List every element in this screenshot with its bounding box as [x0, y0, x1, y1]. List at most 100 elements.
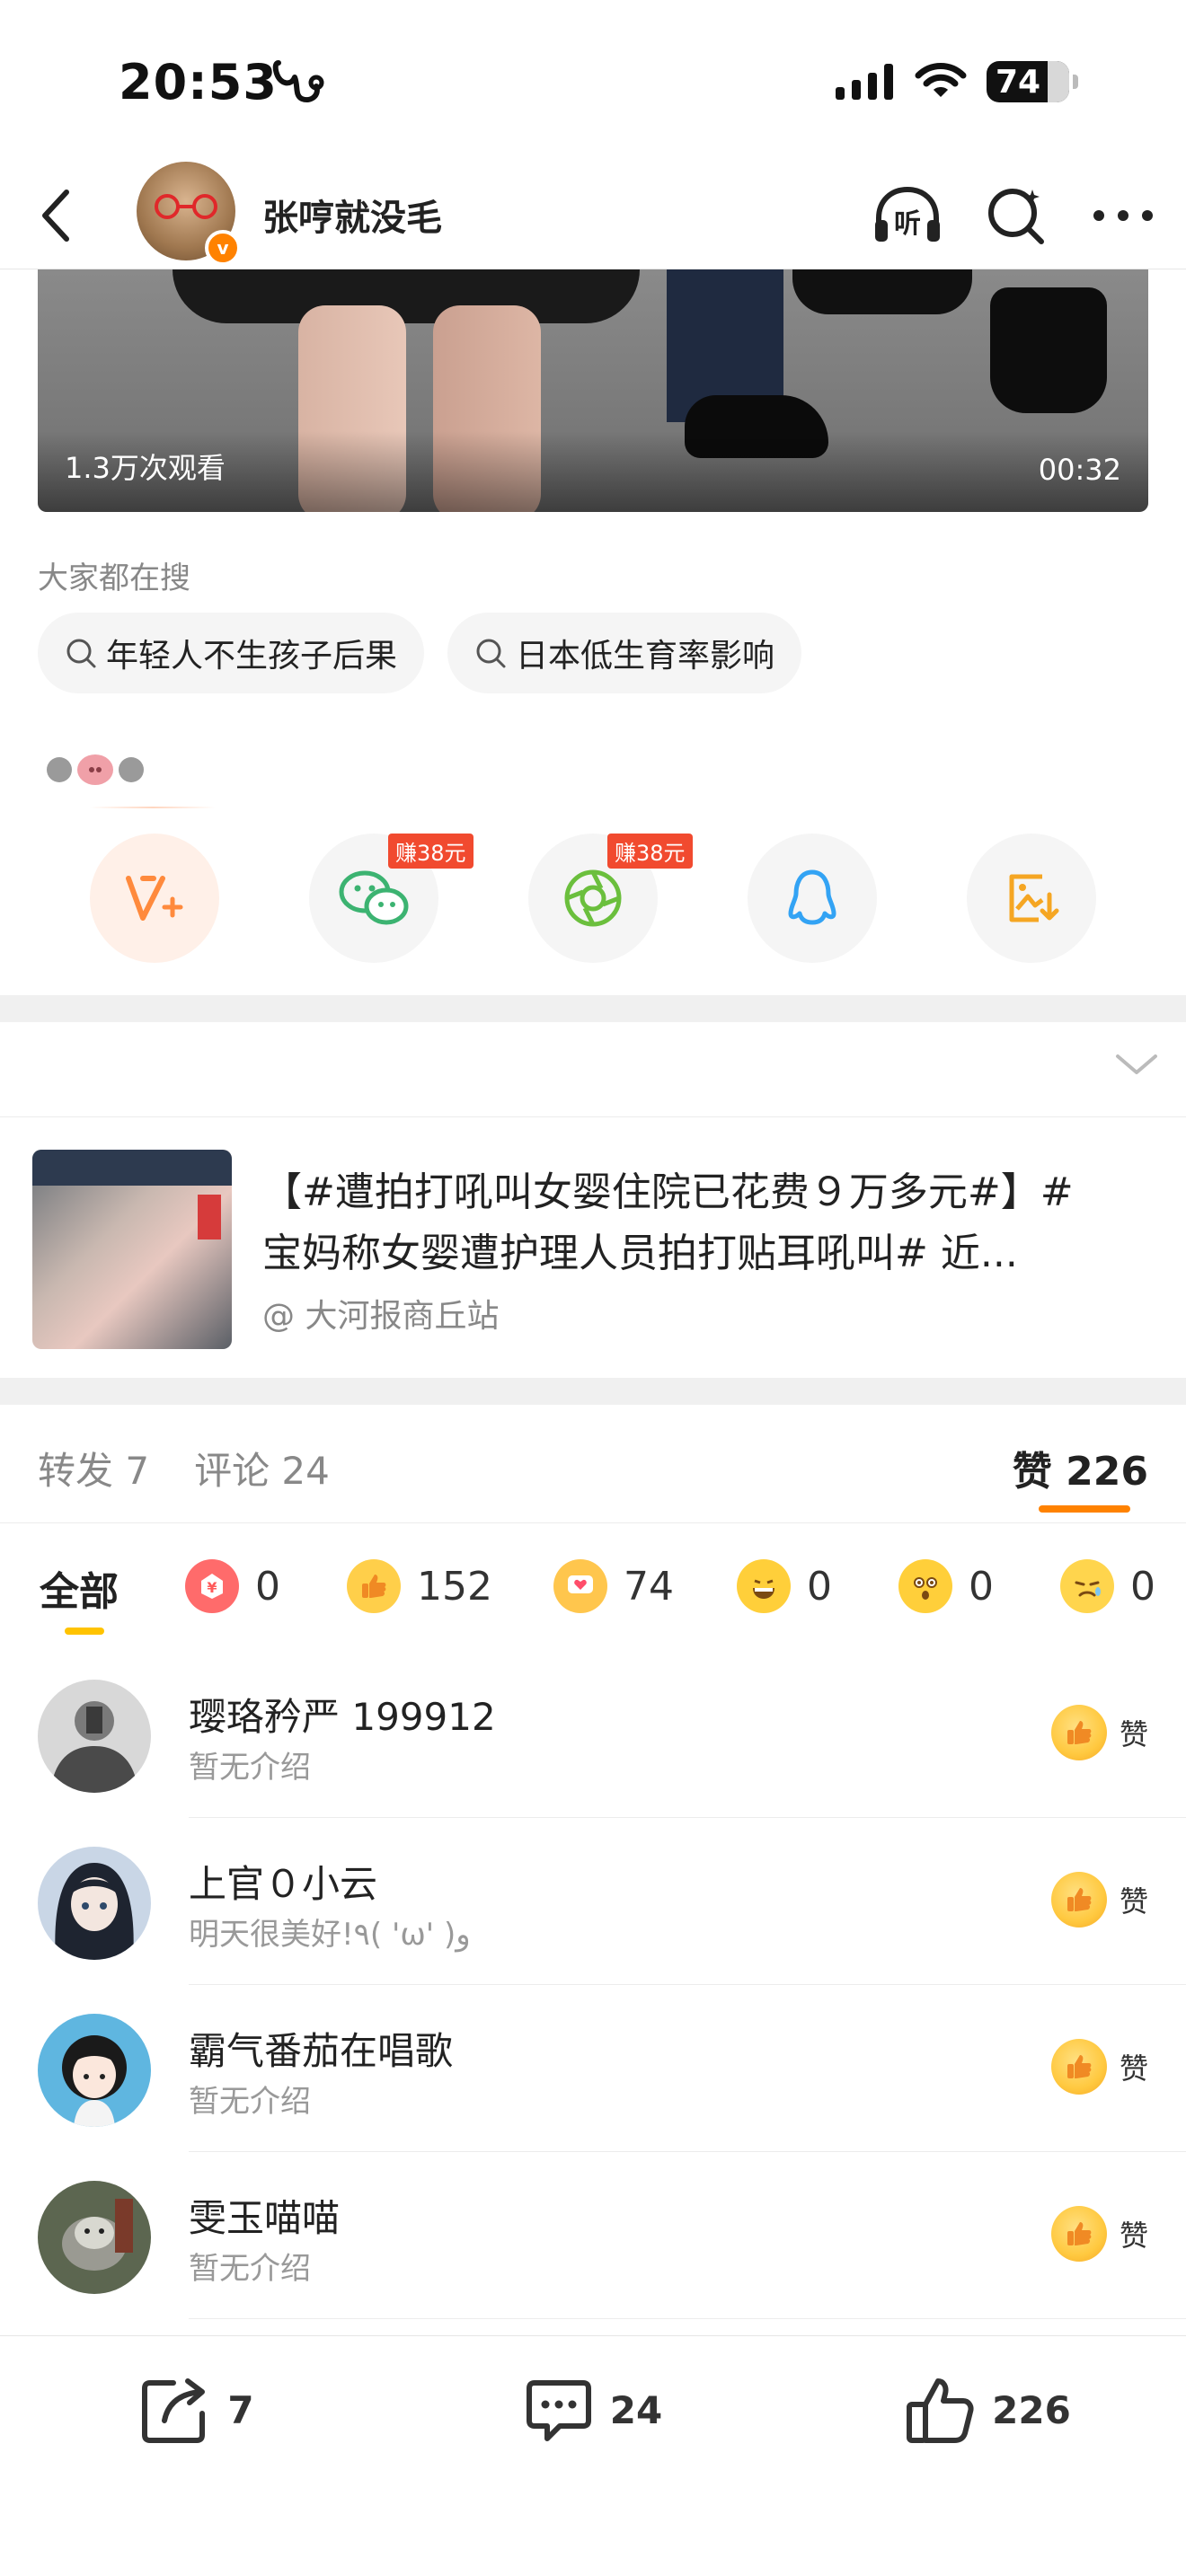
- like-label: 赞: [1119, 2219, 1148, 2253]
- svg-text:¥: ¥: [207, 1579, 217, 1596]
- qq-icon: [788, 869, 836, 925]
- trending-search-title: 大家都在搜: [38, 560, 190, 596]
- share-icon: [142, 2378, 206, 2443]
- reaction-filter-all[interactable]: 全部: [40, 1559, 119, 1617]
- thumbnail-logo: [198, 1195, 221, 1239]
- home-indicator-area: [0, 2484, 1186, 2576]
- more-button[interactable]: [1087, 181, 1159, 250]
- reaction-filter-heart[interactable]: 74: [553, 1559, 674, 1613]
- more-dots-icon: [1093, 210, 1153, 221]
- reaction-count: 0: [807, 1563, 832, 1610]
- share-wechat-button[interactable]: 赚38元: [309, 834, 474, 963]
- quoted-post[interactable]: 【#遭拍打吼叫女婴住院已花费９万多元#】# 宝妈称女婴遭护理人员拍打贴耳吼叫# …: [0, 1117, 1186, 1378]
- reaction-filter: 全部 ¥ 0 152 74 0 0 0: [0, 1523, 1186, 1651]
- back-button[interactable]: [25, 185, 86, 246]
- list-item[interactable]: 上官０小云 明天很美好!٩( 'ω' )و 赞: [0, 1818, 1186, 1985]
- like-count: 226: [992, 2388, 1071, 2432]
- section-divider: [0, 1378, 1186, 1405]
- avatar[interactable]: [38, 2014, 151, 2127]
- like-label: 赞: [1119, 1717, 1148, 1751]
- repost-button[interactable]: 7: [0, 2336, 395, 2484]
- avatar[interactable]: [38, 1680, 151, 1793]
- search-icon: [476, 639, 506, 668]
- chevron-left-icon: [42, 190, 69, 242]
- thumbs-up-icon: [1050, 2206, 1107, 2262]
- battery-tip: [1073, 75, 1078, 89]
- save-image-icon: [1009, 874, 1059, 922]
- search-chip[interactable]: 年轻人不生孩子后果: [38, 613, 425, 693]
- thumbs-up-icon: [1050, 1705, 1107, 1760]
- reward-icon: ¥: [185, 1559, 239, 1613]
- chevron-down-icon: [1116, 1054, 1157, 1074]
- search-icon: [988, 189, 1044, 244]
- video-frame-skirt: [173, 269, 640, 323]
- list-item[interactable]: 霸气番茄在唱歌 暂无介绍 赞: [0, 1985, 1186, 2152]
- emoji-dot: [119, 757, 144, 782]
- bottom-toolbar: 7 24 226: [0, 2335, 1186, 2484]
- reaction-filter-like[interactable]: 152: [347, 1559, 492, 1613]
- active-filter-indicator: [65, 1628, 104, 1635]
- stethoscope-icon: [272, 60, 324, 102]
- heart-icon: [553, 1559, 607, 1613]
- comment-button[interactable]: 24: [395, 2336, 791, 2484]
- reaction-filter-surprised[interactable]: 0: [898, 1559, 994, 1613]
- reaction-count: 152: [417, 1563, 492, 1610]
- share-qq-button[interactable]: [748, 834, 877, 963]
- quoted-post-source[interactable]: @ 大河报商丘站: [262, 1290, 499, 1337]
- avatar[interactable]: [38, 2181, 151, 2294]
- search-chip-label: 年轻人不生孩子后果: [106, 638, 398, 675]
- surprised-icon: [898, 1559, 952, 1613]
- reaction-filter-sad[interactable]: 0: [1060, 1559, 1155, 1613]
- glasses-graphic: [155, 194, 217, 219]
- reaction-count: 0: [255, 1563, 280, 1610]
- author-avatar[interactable]: v: [137, 162, 241, 266]
- emoji-bubble: [47, 754, 144, 785]
- v-plus-icon: [126, 876, 183, 921]
- avatar[interactable]: [38, 1847, 151, 1960]
- comment-icon: [526, 2379, 591, 2441]
- nav-header: v 张哼就没毛 听: [0, 162, 1186, 269]
- share-repost-button[interactable]: [90, 834, 219, 963]
- reaction-filter-reward[interactable]: ¥ 0: [185, 1559, 280, 1613]
- verified-badge: v: [205, 230, 241, 266]
- liker-bio: 明天很美好!٩( 'ω' )و: [189, 1917, 471, 1953]
- search-button[interactable]: [979, 181, 1051, 250]
- author-name[interactable]: 张哼就没毛: [262, 189, 442, 241]
- like-label: 赞: [1119, 2051, 1148, 2086]
- thumbs-up-icon: [1050, 1872, 1107, 1928]
- quoted-post-line: 宝妈称女婴遭护理人员拍打贴耳吼叫# 近...: [262, 1231, 1018, 1276]
- reaction-filter-laugh[interactable]: 0: [737, 1559, 832, 1613]
- section-divider: [0, 995, 1186, 1022]
- share-moments-button[interactable]: 赚38元: [528, 834, 693, 963]
- liker-name[interactable]: 霸气番茄在唱歌: [189, 2021, 453, 2076]
- like-button[interactable]: 226: [791, 2336, 1186, 2484]
- tab-comments[interactable]: 评论 24: [194, 1441, 330, 1495]
- liker-list: 璎珞矜严 199912 暂无介绍 赞 上官０小云 明天很美好!٩( 'ω' )و: [0, 1651, 1186, 2319]
- stat-tabs-left: 转发 7 评论 24: [38, 1441, 330, 1495]
- search-chip-label: 日本低生育率影响: [516, 638, 775, 675]
- liker-name[interactable]: 璎珞矜严 199912: [189, 1687, 496, 1742]
- interaction-tabs: 转发 7 评论 24 赞 226: [0, 1405, 1186, 1523]
- listen-button[interactable]: 听: [872, 181, 943, 250]
- quoted-post-text: 【#遭拍打吼叫女婴住院已花费９万多元#】# 宝妈称女婴遭护理人员拍打贴耳吼叫# …: [262, 1162, 1152, 1284]
- liker-name[interactable]: 雯玉喵喵: [189, 2188, 340, 2243]
- pig-emoji-icon: [77, 754, 113, 785]
- liker-name[interactable]: 上官０小云: [189, 1854, 377, 1909]
- status-icons: 74: [836, 61, 1078, 102]
- like-badge: 赞: [1050, 2206, 1148, 2262]
- list-item[interactable]: 璎珞矜严 199912 暂无介绍 赞: [0, 1651, 1186, 1818]
- comment-count: 24: [609, 2388, 663, 2432]
- laugh-icon: [737, 1559, 791, 1613]
- list-item[interactable]: 雯玉喵喵 暂无介绍 赞: [0, 2152, 1186, 2319]
- reaction-count: 74: [624, 1563, 674, 1610]
- tab-repost[interactable]: 转发 7: [38, 1441, 149, 1495]
- header-actions: 听: [872, 181, 1159, 250]
- search-chips: 年轻人不生孩子后果 日本低生育率影响: [38, 613, 802, 693]
- search-icon: [66, 639, 96, 668]
- search-chip[interactable]: 日本低生育率影响: [447, 613, 802, 693]
- expand-row[interactable]: [0, 1022, 1186, 1117]
- tab-likes[interactable]: 赞 226: [1013, 1439, 1148, 1496]
- repost-count: 7: [227, 2388, 254, 2432]
- save-image-button[interactable]: [967, 834, 1096, 963]
- video-player[interactable]: 1.3万次观看 00:32: [38, 269, 1148, 512]
